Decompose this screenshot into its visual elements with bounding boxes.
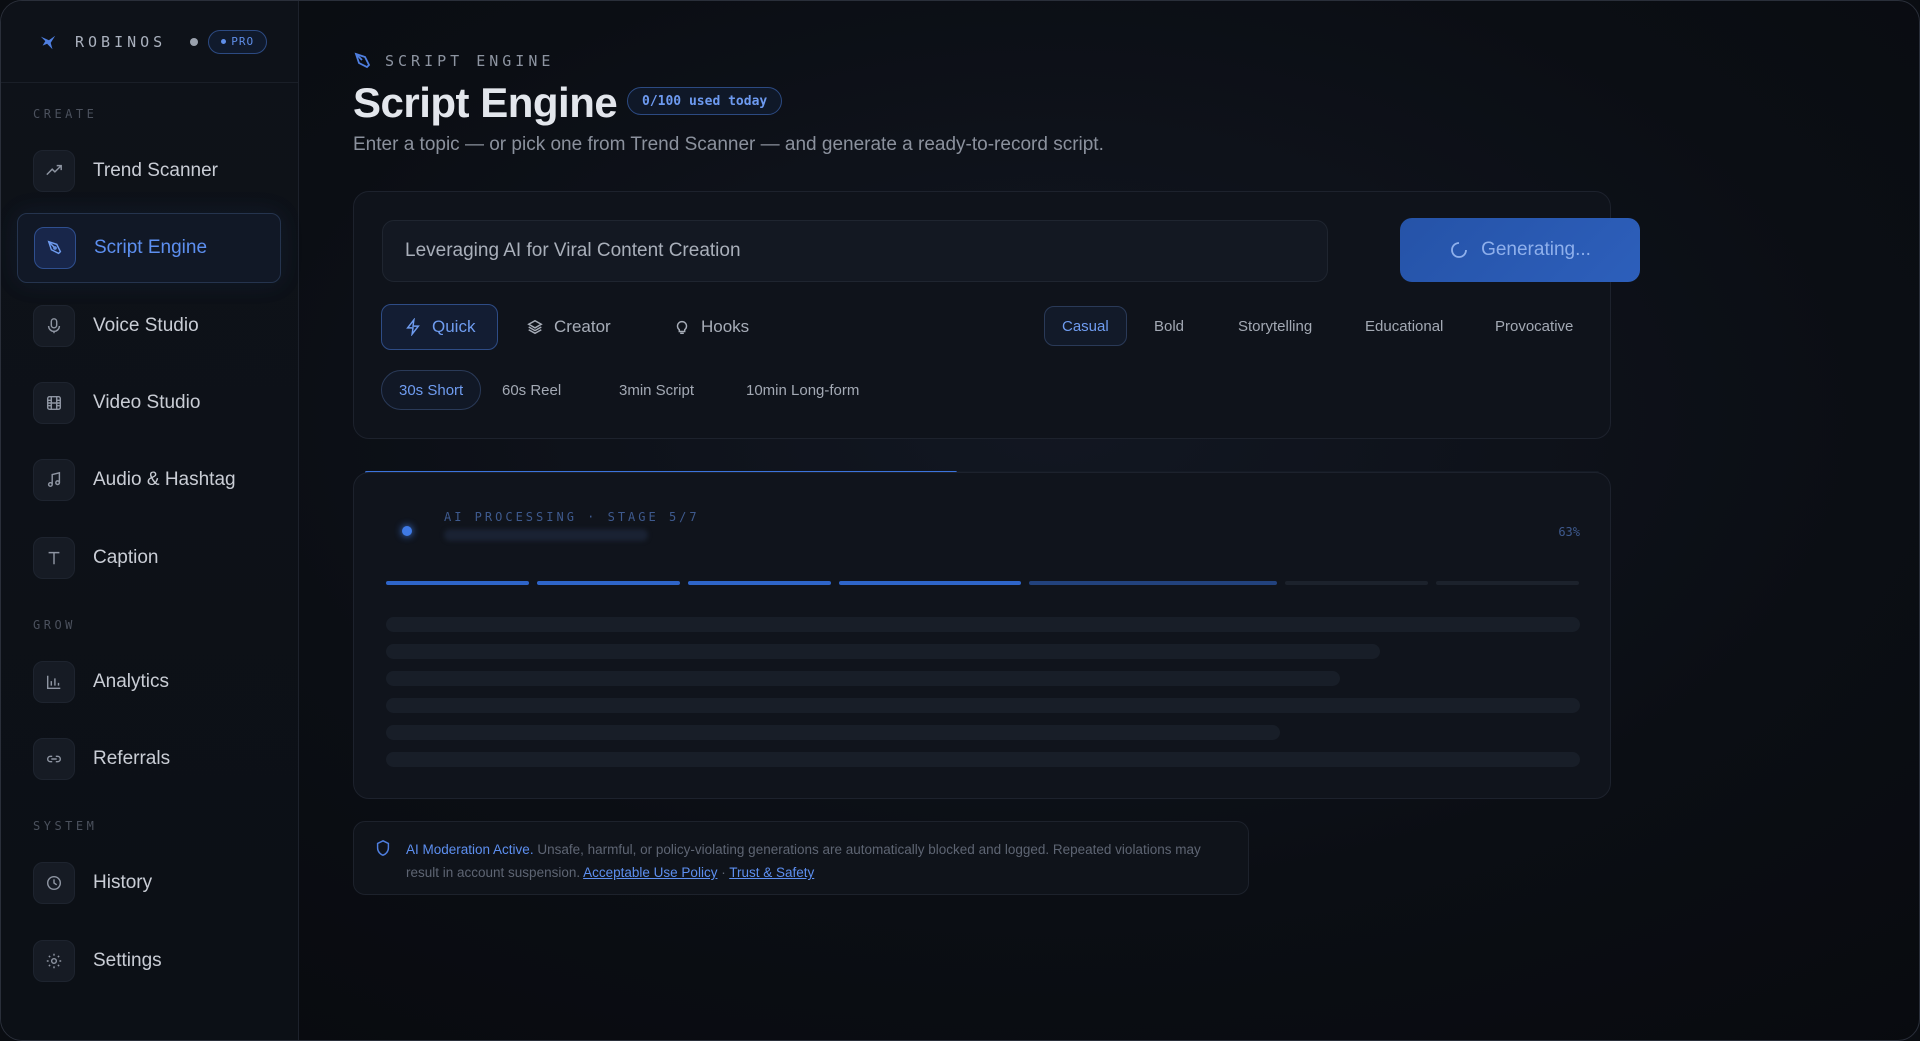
processing-panel: AI PROCESSING · STAGE 5/7 63% — [353, 472, 1611, 799]
tone-storytelling[interactable]: Storytelling — [1221, 306, 1329, 346]
sidebar-item-label: Analytics — [93, 671, 170, 692]
moderation-notice: AI Moderation Active. Unsafe, harmful, o… — [353, 821, 1249, 895]
pro-badge-label: PRO — [231, 35, 255, 48]
page-title: Script Engine — [353, 79, 618, 126]
sidebar-item-video-studio[interactable]: Video Studio — [17, 368, 281, 438]
sidebar-item-script-engine[interactable]: Script Engine — [17, 213, 281, 283]
mode-label: Creator — [554, 317, 611, 336]
bolt-icon — [406, 318, 420, 336]
eyebrow: SCRIPT ENGINE — [353, 51, 554, 71]
stage-segment — [386, 581, 529, 585]
topic-input[interactable] — [382, 220, 1328, 282]
generate-button-label: Generating... — [1481, 239, 1591, 260]
usage-badge: 0/100 used today — [627, 87, 783, 115]
sidebar-item-label: Script Engine — [94, 237, 208, 258]
processing-indicator — [402, 526, 412, 536]
app-window: ROBINOS PRO CREATE Trend Scanner Script … — [0, 0, 1920, 1041]
skeleton-line — [386, 752, 1580, 767]
sidebar-item-referrals[interactable]: Referrals — [17, 724, 281, 794]
composer-panel: Generating... Quick Creator Hooks Casual… — [353, 191, 1640, 439]
bulb-icon — [676, 320, 688, 335]
skeleton-line — [386, 698, 1580, 713]
stage-segment — [1285, 581, 1428, 585]
bar-chart-icon — [33, 661, 75, 703]
shield-icon — [376, 839, 390, 856]
generate-button[interactable]: Generating... — [1400, 218, 1640, 282]
sidebar-item-label: Voice Studio — [93, 315, 199, 336]
skeleton-line — [386, 617, 1580, 632]
stage-segment — [1029, 581, 1277, 585]
skeleton-line — [386, 725, 1280, 740]
sidebar-item-label: Caption — [93, 547, 159, 568]
link-icon — [33, 738, 75, 780]
skeleton-line — [386, 644, 1380, 659]
sidebar-item-history[interactable]: History — [17, 848, 281, 918]
section-label-create: CREATE — [33, 107, 98, 121]
sidebar-item-voice-studio[interactable]: Voice Studio — [17, 291, 281, 361]
processing-stage-label: AI PROCESSING · STAGE 5/7 — [444, 510, 700, 524]
length-10min-long-form[interactable]: 10min Long-form — [729, 370, 876, 410]
length-60s-reel[interactable]: 60s Reel — [485, 370, 578, 410]
sidebar-item-settings[interactable]: Settings — [17, 926, 281, 996]
pro-badge: PRO — [208, 29, 268, 54]
main-content: SCRIPT ENGINE Script Engine 0/100 used t… — [299, 1, 1919, 1040]
stage-segment — [1436, 581, 1579, 585]
stage-track — [386, 581, 1580, 585]
mic-icon — [33, 305, 75, 347]
tone-bold[interactable]: Bold — [1137, 306, 1201, 346]
eyebrow-label: SCRIPT ENGINE — [385, 52, 555, 70]
film-icon — [33, 382, 75, 424]
logo-icon — [40, 35, 56, 49]
tone-provocative[interactable]: Provocative — [1478, 306, 1590, 346]
stage-segment — [688, 581, 831, 585]
pen-icon — [354, 52, 371, 69]
stage-segment — [537, 581, 680, 585]
sidebar-item-label: Referrals — [93, 748, 171, 769]
length-30s-short[interactable]: 30s Short — [381, 370, 482, 410]
sidebar-item-caption[interactable]: Caption — [17, 523, 281, 593]
stage-segment — [839, 581, 1021, 585]
sidebar-item-audio-hashtag[interactable]: Audio & Hashtag — [17, 445, 281, 515]
tone-educational[interactable]: Educational — [1348, 306, 1460, 346]
skeleton-line — [386, 671, 1340, 686]
spinner-icon — [1451, 242, 1467, 258]
moderation-lead: AI Moderation Active. — [406, 842, 534, 857]
pen-icon — [34, 227, 76, 269]
processing-status-placeholder — [444, 529, 648, 541]
music-icon — [33, 459, 75, 501]
sidebar-item-analytics[interactable]: Analytics — [17, 647, 281, 717]
sidebar-item-label: Settings — [93, 950, 162, 971]
status-dot — [190, 37, 199, 46]
text-icon — [33, 537, 75, 579]
mode-quick[interactable]: Quick — [381, 304, 499, 350]
page-subtitle: Enter a topic — or pick one from Trend S… — [353, 134, 1104, 155]
gear-icon — [33, 940, 75, 982]
layers-icon — [527, 319, 543, 335]
sidebar-item-trend-scanner[interactable]: Trend Scanner — [17, 136, 281, 206]
section-label-system: SYSTEM — [33, 819, 98, 833]
section-label-grow: GROW — [33, 618, 76, 632]
mode-label: Quick — [432, 317, 476, 336]
mode-hooks[interactable]: Hooks — [651, 304, 771, 350]
sidebar-item-label: Trend Scanner — [93, 160, 218, 181]
brand: ROBINOS PRO — [1, 1, 298, 83]
clock-icon — [33, 862, 75, 904]
sidebar-item-label: History — [93, 872, 153, 893]
processing-percent: 63% — [1558, 525, 1580, 539]
length-3min-script[interactable]: 3min Script — [602, 370, 711, 410]
sidebar-item-label: Audio & Hashtag — [93, 469, 236, 490]
tone-casual[interactable]: Casual — [1044, 306, 1127, 346]
sidebar-item-label: Video Studio — [93, 392, 201, 413]
mode-label: Hooks — [701, 317, 750, 336]
sidebar: ROBINOS PRO CREATE Trend Scanner Script … — [1, 1, 299, 1040]
trust-safety-link[interactable]: Trust & Safety — [729, 865, 814, 880]
acceptable-use-policy-link[interactable]: Acceptable Use Policy — [583, 865, 717, 880]
trend-icon — [33, 150, 75, 192]
mode-creator[interactable]: Creator — [504, 304, 633, 350]
link-separator: · — [721, 865, 726, 880]
brand-name: ROBINOS — [75, 32, 167, 51]
